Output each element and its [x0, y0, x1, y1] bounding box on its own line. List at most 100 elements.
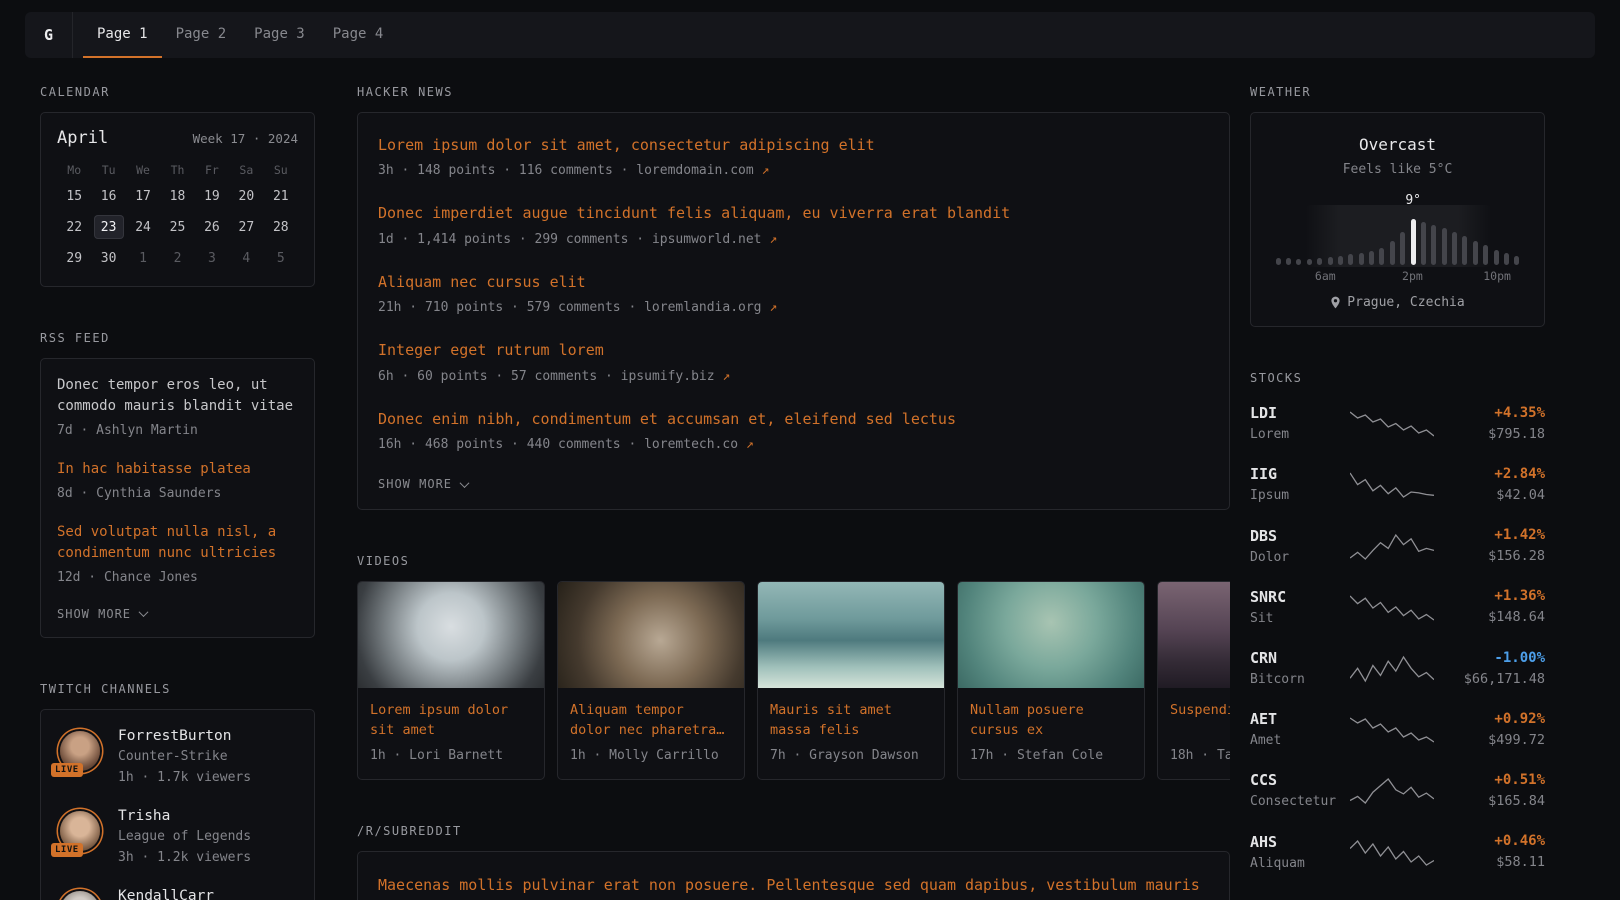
twitch-channel[interactable]: LIVE KendallCarr — [57, 888, 298, 900]
channel-name[interactable]: Trisha — [118, 808, 251, 824]
hn-domain: ipsumworld.net — [652, 232, 762, 247]
channel-meta: 3h · 1.2k viewers — [118, 849, 251, 867]
video-card[interactable]: Nullam posuere cursus ex 17h · Stefan Co… — [957, 581, 1145, 780]
page-tab[interactable]: Page 1 — [83, 12, 162, 58]
calendar-day: 21 — [266, 184, 296, 208]
video-thumbnail[interactable] — [358, 582, 544, 688]
video-meta: 1h · Lori Barnett — [370, 747, 532, 765]
hn-item-title[interactable]: Lorem ipsum dolor sit amet, consectetur … — [378, 135, 1209, 155]
page-tabs: Page 1 Page 2 Page 3 Page 4 — [83, 12, 397, 58]
video-title[interactable]: Suspendisse diam — [1170, 700, 1230, 741]
stock-identity: LDI Lorem — [1250, 404, 1350, 444]
avatar-wrap: LIVE — [57, 728, 103, 774]
video-title[interactable]: Mauris sit amet massa felis — [770, 700, 932, 741]
calendar-day-header: We — [136, 163, 150, 177]
calendar-week-label: Week 17 · 2024 — [193, 131, 298, 146]
hn-item-title[interactable]: Donec enim nibh, condimentum et accumsan… — [378, 409, 1209, 429]
calendar-day: 17 — [128, 184, 158, 208]
stock-change: +0.92% — [1434, 711, 1545, 727]
stock-values: +1.36% $148.64 — [1434, 588, 1545, 627]
video-meta: 17h · Stefan Cole — [970, 747, 1132, 765]
weather-time-label: 2pm — [1402, 269, 1423, 283]
stock-ticker: AHS — [1250, 833, 1350, 851]
video-title[interactable]: Lorem ipsum dolor sit amet consectetu… — [370, 700, 532, 741]
video-thumbnail[interactable] — [758, 582, 944, 688]
calendar-day-header: Mo — [67, 163, 81, 177]
stock-values: +2.84% $42.04 — [1434, 466, 1545, 505]
hn-item[interactable]: Aliquam nec cursus elit 21h · 710 points… — [378, 272, 1209, 317]
hn-item[interactable]: Donec imperdiet augue tincidunt felis al… — [378, 203, 1209, 248]
subreddit-widget: /R/SUBREDDIT Maecenas mollis pulvinar er… — [357, 824, 1230, 900]
hn-item-meta: 1d · 1,414 points · 299 comments · ipsum… — [378, 231, 1209, 249]
subreddit-post-title[interactable]: Maecenas mollis pulvinar erat non posuer… — [378, 873, 1209, 900]
stock-sparkline — [1350, 776, 1434, 806]
video-meta: 18h · Tara Sanford — [1170, 747, 1230, 765]
hn-meta-text: 1d · 1,414 points · 299 comments · — [378, 232, 652, 247]
hn-domain-link[interactable]: ipsumify.biz ↗ — [621, 369, 731, 384]
video-card[interactable]: Aliquam tempor dolor nec pharetra… 1h · … — [557, 581, 745, 780]
stock-values: +1.42% $156.28 — [1434, 527, 1545, 566]
hn-item-title[interactable]: Aliquam nec cursus elit — [378, 272, 1209, 292]
stock-row: IIG Ipsum +2.84% $42.04 — [1250, 465, 1545, 505]
live-badge: LIVE — [51, 763, 83, 777]
calendar-section-title: CALENDAR — [40, 85, 315, 99]
rss-item-meta: 7d · Ashlyn Martin — [57, 422, 298, 440]
video-card[interactable]: Mauris sit amet massa felis 7h · Grayson… — [757, 581, 945, 780]
calendar-day: 2 — [162, 246, 192, 270]
hn-show-more-button[interactable]: SHOW MORE — [378, 477, 468, 491]
page-tab[interactable]: Page 3 — [240, 12, 319, 58]
channel-name[interactable]: ForrestBurton — [118, 728, 251, 744]
rss-item[interactable]: Donec tempor eros leo, ut commodo mauris… — [57, 375, 298, 440]
hn-domain-link[interactable]: loremdomain.com ↗ — [636, 163, 769, 178]
video-thumbnail[interactable] — [958, 582, 1144, 688]
stock-price: $66,171.48 — [1434, 670, 1545, 689]
video-title[interactable]: Aliquam tempor dolor nec pharetra… — [570, 700, 732, 741]
calendar-day: 23 — [94, 215, 124, 239]
twitch-channel[interactable]: LIVE ForrestBurton Counter-Strike 1h · 1… — [57, 728, 298, 787]
video-card[interactable]: Suspendisse diam 18h · Tara Sanford — [1157, 581, 1230, 780]
rss-item-title[interactable]: Donec tempor eros leo, ut commodo mauris… — [57, 375, 298, 417]
hn-domain-link[interactable]: loremlandia.org ↗ — [644, 300, 777, 315]
hn-item-meta: 6h · 60 points · 57 comments · ipsumify.… — [378, 368, 1209, 386]
hn-item[interactable]: Donec enim nibh, condimentum et accumsan… — [378, 409, 1209, 454]
hn-item-meta: 21h · 710 points · 579 comments · loreml… — [378, 299, 1209, 317]
logo[interactable]: G — [25, 12, 73, 58]
calendar-day-header: Fr — [205, 163, 219, 177]
video-card[interactable]: Lorem ipsum dolor sit amet consectetu… 1… — [357, 581, 545, 780]
stock-name: Consectetur — [1250, 793, 1350, 811]
hn-meta-text: 16h · 468 points · 440 comments · — [378, 437, 644, 452]
weather-bars — [1273, 215, 1522, 265]
rss-item-title[interactable]: Sed volutpat nulla nisl, a condimentum n… — [57, 522, 298, 564]
hn-item-title[interactable]: Integer eget rutrum lorem — [378, 340, 1209, 360]
external-link-icon: ↗ — [769, 232, 777, 247]
weather-widget: WEATHER Overcast Feels like 5°C 9° 6am 2… — [1250, 85, 1545, 327]
channel-name[interactable]: KendallCarr — [118, 888, 214, 900]
rss-item-title[interactable]: In hac habitasse platea — [57, 459, 298, 480]
rss-item[interactable]: In hac habitasse platea 8d · Cynthia Sau… — [57, 459, 298, 503]
channel-info: ForrestBurton Counter-Strike 1h · 1.7k v… — [118, 728, 251, 787]
video-thumbnail[interactable] — [558, 582, 744, 688]
stock-ticker: LDI — [1250, 404, 1350, 422]
page-tab[interactable]: Page 2 — [162, 12, 241, 58]
video-title[interactable]: Nullam posuere cursus ex — [970, 700, 1132, 741]
hn-meta-text: 21h · 710 points · 579 comments · — [378, 300, 644, 315]
stock-sparkline — [1350, 593, 1434, 623]
hn-domain-link[interactable]: ipsumworld.net ↗ — [652, 232, 777, 247]
twitch-channel[interactable]: LIVE Trisha League of Legends 3h · 1.2k … — [57, 808, 298, 867]
subreddit-post[interactable]: Maecenas mollis pulvinar erat non posuer… — [378, 873, 1209, 900]
rss-show-more-button[interactable]: SHOW MORE — [57, 607, 147, 621]
rss-item[interactable]: Sed volutpat nulla nisl, a condimentum n… — [57, 522, 298, 587]
chevron-down-icon — [139, 607, 149, 617]
video-thumbnail[interactable] — [1158, 582, 1230, 688]
calendar-day: 1 — [128, 246, 158, 270]
location-pin-icon — [1330, 296, 1341, 309]
hn-item[interactable]: Integer eget rutrum lorem 6h · 60 points… — [378, 340, 1209, 385]
dashboard: CALENDAR April Week 17 · 2024 Mo Tu We T… — [0, 58, 1620, 900]
stock-change: +0.51% — [1434, 772, 1545, 788]
channel-info: KendallCarr — [118, 888, 214, 900]
hn-item-title[interactable]: Donec imperdiet augue tincidunt felis al… — [378, 203, 1209, 223]
channel-game: Counter-Strike — [118, 748, 251, 766]
page-tab[interactable]: Page 4 — [319, 12, 398, 58]
hn-domain-link[interactable]: loremtech.co ↗ — [644, 437, 754, 452]
hn-item[interactable]: Lorem ipsum dolor sit amet, consectetur … — [378, 135, 1209, 180]
